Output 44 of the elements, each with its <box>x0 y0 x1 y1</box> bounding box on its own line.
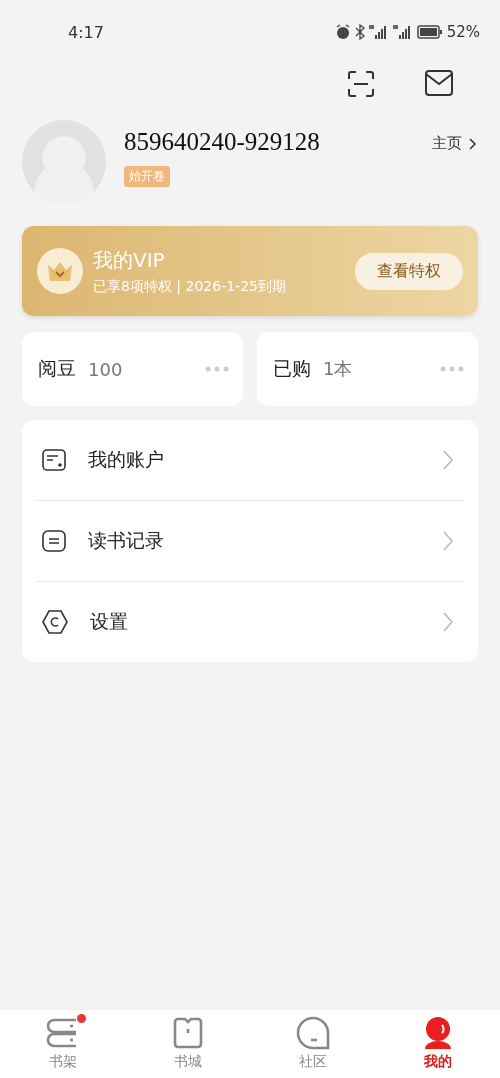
tab[interactable]: 社区 <box>250 1010 375 1078</box>
stat-label: 已购 <box>273 356 311 381</box>
chevron-icon <box>468 136 478 151</box>
alarm-icon <box>334 24 351 40</box>
stat-value: 1本 <box>323 357 354 381</box>
tab[interactable]: 书架 <box>0 1010 125 1078</box>
battery-percent: 52% <box>446 23 480 41</box>
crown-icon <box>37 248 83 294</box>
menu-item[interactable]: 设置 <box>36 582 464 662</box>
chat-bubble-icon <box>295 1016 330 1050</box>
stat-card[interactable]: 阅豆 100 <box>22 332 243 406</box>
settings-icon <box>42 610 68 634</box>
more-icon <box>440 366 464 372</box>
stat-value: 100 <box>88 358 124 380</box>
menu-item[interactable]: 我的账户 <box>36 420 464 501</box>
homepage-label: 主页 <box>432 134 462 153</box>
more-icon <box>205 366 229 372</box>
tab[interactable]: 书城 <box>125 1010 250 1078</box>
bluetooth-icon <box>354 24 365 40</box>
view-privileges-button[interactable]: 查看特权 <box>355 252 463 290</box>
menu-label: 设置 <box>90 609 129 634</box>
list-icon <box>42 530 66 552</box>
signal-icon <box>368 25 389 39</box>
tab[interactable]: 我的 <box>375 1010 500 1078</box>
chevron-icon <box>442 530 454 552</box>
stat-label: 阅豆 <box>38 356 76 381</box>
stat-card[interactable]: 已购 1本 <box>257 332 478 406</box>
vip-title: 我的VIP <box>93 246 166 274</box>
mail-icon[interactable] <box>425 70 453 96</box>
status-time: 4:17 <box>68 22 104 42</box>
wallet-icon <box>42 449 66 471</box>
signal-icon <box>392 25 413 39</box>
scan-icon[interactable] <box>347 70 375 98</box>
battery-icon <box>416 25 443 39</box>
vip-subtitle: 已享8项特权 | 2026-1-25到期 <box>93 277 287 296</box>
vip-card[interactable]: 我的VIP 已享8项特权 | 2026-1-25到期 查看特权 <box>22 226 478 316</box>
menu-label: 读书记录 <box>88 528 165 553</box>
username: 859640240-929128 <box>124 128 320 156</box>
homepage-link[interactable]: 主页 <box>432 120 478 153</box>
chevron-icon <box>442 449 454 471</box>
level-badge: 始开卷 <box>124 166 170 187</box>
menu-label: 我的账户 <box>88 447 165 472</box>
chevron-icon <box>442 611 454 633</box>
menu-item[interactable]: 读书记录 <box>36 501 464 582</box>
